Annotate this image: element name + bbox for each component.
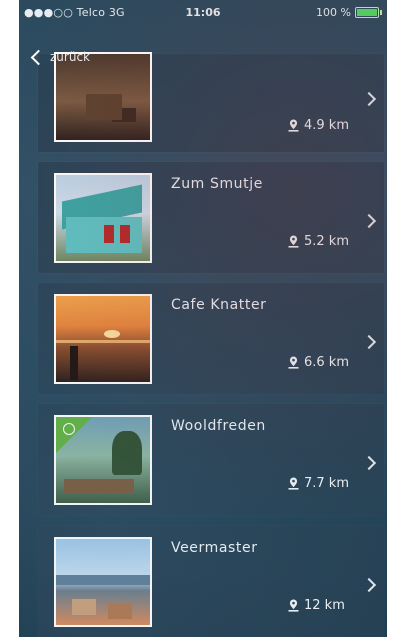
distance-label: 5.2 km <box>304 234 349 249</box>
chevron-left-icon <box>30 49 47 65</box>
distance-label: 7.7 km <box>304 476 349 491</box>
thumbnail-image <box>54 537 152 627</box>
distance: 6.6 km <box>288 355 349 370</box>
back-button[interactable]: zurück <box>19 49 90 65</box>
phone-screen: ●●●○○ Telco 3G 11:06 100 % 4.9 km Zum Sm… <box>19 0 387 637</box>
location-pin-icon <box>288 599 299 612</box>
favorite-badge-icon <box>63 423 75 435</box>
chevron-right-icon <box>361 577 377 593</box>
location-pin-icon <box>288 235 299 248</box>
list-item[interactable]: Wooldfreden 7.7 km <box>38 404 384 515</box>
item-name: Veermaster <box>171 540 258 556</box>
chevron-right-icon <box>361 334 377 350</box>
chevron-right-icon <box>361 91 377 107</box>
chevron-right-icon <box>361 213 377 229</box>
distance: 5.2 km <box>288 234 349 249</box>
thumbnail-image <box>54 173 152 263</box>
distance-label: 12 km <box>304 598 345 613</box>
item-name: Wooldfreden <box>171 418 266 434</box>
nav-bar: zurück <box>19 42 387 72</box>
list-item[interactable]: Zum Smutje 5.2 km <box>38 162 384 273</box>
chevron-right-icon <box>361 455 377 471</box>
distance: 4.9 km <box>288 118 349 133</box>
distance-label: 4.9 km <box>304 118 349 133</box>
list-item[interactable]: Cafe Knatter 6.6 km <box>38 283 384 394</box>
thumbnail-image <box>54 415 152 505</box>
location-pin-icon <box>288 356 299 369</box>
back-label: zurück <box>50 50 90 64</box>
distance: 7.7 km <box>288 476 349 491</box>
list-item[interactable]: Veermaster 12 km <box>38 526 384 637</box>
distance: 12 km <box>288 598 345 613</box>
location-pin-icon <box>288 477 299 490</box>
distance-label: 6.6 km <box>304 355 349 370</box>
item-name: Zum Smutje <box>171 176 263 192</box>
location-pin-icon <box>288 119 299 132</box>
location-list: 4.9 km Zum Smutje 5.2 km Cafe Knatter 6.… <box>19 0 387 637</box>
item-name: Cafe Knatter <box>171 297 267 313</box>
thumbnail-image <box>54 294 152 384</box>
